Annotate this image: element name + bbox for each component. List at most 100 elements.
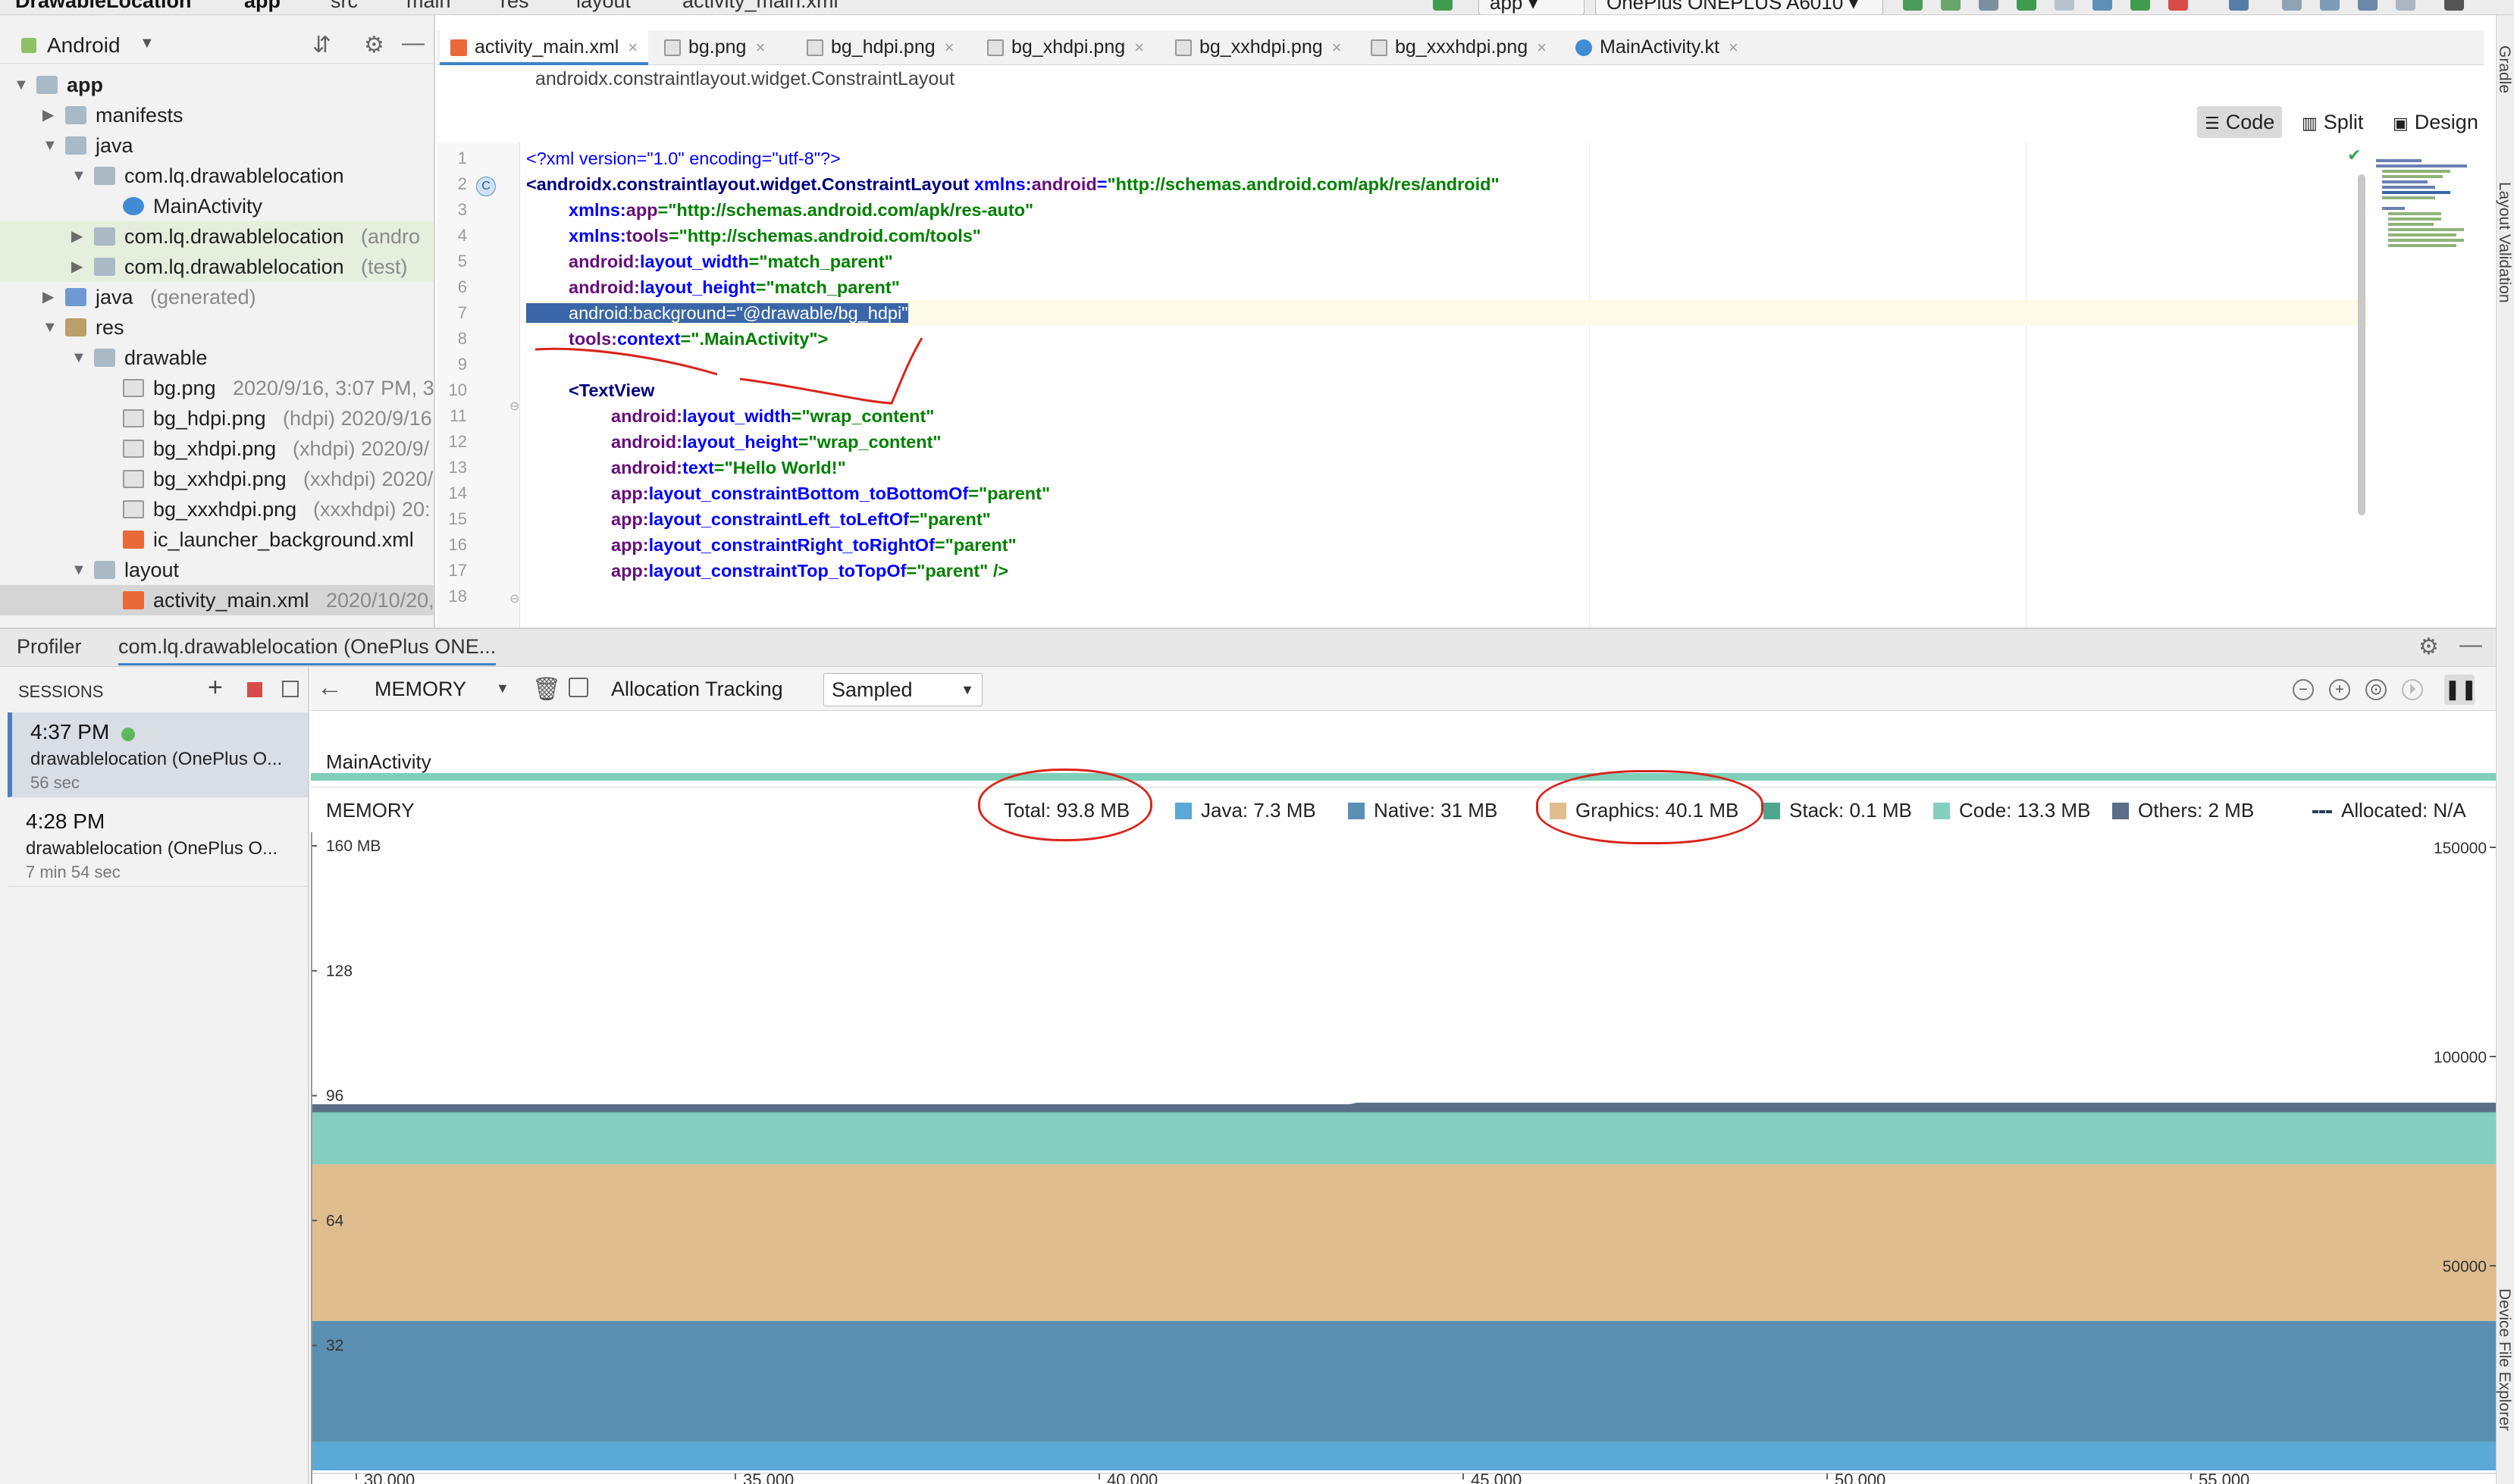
- fold-icon[interactable]: ⊖: [509, 399, 519, 414]
- trash-icon[interactable]: 🗑: [532, 676, 561, 703]
- back-arrow-icon[interactable]: ←: [317, 673, 343, 703]
- close-icon[interactable]: ×: [1332, 38, 1342, 57]
- tab-bg-xhdpi-png[interactable]: bg_xhdpi.png ×: [987, 30, 1144, 65]
- activity-bar[interactable]: [311, 773, 2496, 781]
- device-select[interactable]: OnePlus ONEPLUS A6010 ▾: [1595, 0, 1883, 14]
- profiler-tab[interactable]: Profiler: [17, 635, 82, 659]
- zoom-in-icon[interactable]: +: [2329, 679, 2350, 700]
- tree-item[interactable]: ▼ app: [0, 70, 434, 100]
- structure-icon[interactable]: [2396, 0, 2415, 11]
- minimize-icon[interactable]: —: [2459, 632, 2482, 658]
- tree-item[interactable]: ▼ layout: [0, 555, 434, 585]
- session-item[interactable]: 4:37 PM drawablelocation (OnePlus O... 5…: [8, 712, 308, 797]
- code-line-4[interactable]: xmlns:tools="http://schemas.android.com/…: [526, 223, 981, 249]
- breadcrumb-src[interactable]: src: [331, 0, 358, 13]
- code-mode-button[interactable]: ☰ Code: [2197, 106, 2283, 138]
- add-session-icon[interactable]: +: [208, 673, 223, 703]
- breadcrumb-layout[interactable]: layout: [576, 0, 631, 13]
- tree-item[interactable]: ▶ java (generated): [0, 282, 434, 312]
- tab-main-activity-kt[interactable]: MainActivity.kt ×: [1575, 30, 1738, 65]
- tree-item[interactable]: activity_main.xml 2020/10/20,: [0, 585, 434, 615]
- fold-icon[interactable]: ⊖: [509, 591, 519, 606]
- device-manager-icon[interactable]: [2358, 0, 2378, 11]
- chevron-down-icon[interactable]: ▼: [496, 681, 509, 697]
- chevron-down-icon[interactable]: ▼: [42, 130, 58, 161]
- allocation-mode-select[interactable]: Sampled ▼: [823, 673, 983, 706]
- close-icon[interactable]: ×: [1134, 38, 1144, 57]
- code-line-14[interactable]: app:layout_constraintBottom_toBottomOf="…: [526, 481, 1050, 506]
- breadcrumb-project[interactable]: DrawableLocation: [15, 0, 192, 13]
- chevron-down-icon[interactable]: ▼: [71, 555, 86, 585]
- close-icon[interactable]: ×: [1537, 38, 1547, 57]
- chevron-right-icon[interactable]: ▶: [71, 252, 83, 282]
- tree-item[interactable]: bg_xhdpi.png (xhdpi) 2020/9/: [0, 434, 434, 464]
- close-icon[interactable]: ×: [945, 38, 955, 57]
- zoom-out-icon[interactable]: −: [2293, 679, 2314, 700]
- device-file-explorer-tool-tab[interactable]: Device File Explorer: [2495, 1288, 2513, 1431]
- code-line-1[interactable]: <?xml version="1.0" encoding="utf-8"?>: [526, 146, 841, 171]
- close-icon[interactable]: ×: [628, 38, 638, 57]
- code-line-15[interactable]: app:layout_constraintLeft_toLeftOf="pare…: [526, 506, 991, 532]
- project-view-select[interactable]: Android: [47, 33, 121, 58]
- code-line-17[interactable]: app:layout_constraintTop_toTopOf="parent…: [526, 558, 1008, 584]
- tree-item[interactable]: ▶ com.lq.drawablelocation (andro: [0, 221, 434, 252]
- apply-changes-icon[interactable]: [1903, 0, 1923, 11]
- tree-item[interactable]: ic_launcher_background.xml: [0, 524, 434, 555]
- gear-icon[interactable]: ⚙: [364, 32, 384, 58]
- chevron-down-icon[interactable]: ▼: [139, 35, 155, 52]
- code-line-7[interactable]: android:background="@drawable/bg_hdpi": [526, 300, 2368, 326]
- minimize-icon[interactable]: —: [402, 30, 425, 56]
- apply-code-changes-icon[interactable]: [1941, 0, 1961, 11]
- collapse-all-icon[interactable]: ⇵: [312, 32, 331, 58]
- stop-session-icon[interactable]: [247, 682, 262, 697]
- breadcrumb-res[interactable]: res: [500, 0, 529, 13]
- search-icon[interactable]: [2444, 0, 2464, 11]
- attach-icon[interactable]: [2055, 0, 2074, 11]
- design-mode-button[interactable]: ▣ Design: [2385, 106, 2486, 138]
- tree-item[interactable]: ▼ java: [0, 130, 434, 161]
- code-line-13[interactable]: android:text="Hello World!": [526, 455, 846, 481]
- split-mode-button[interactable]: ▥ Split: [2294, 106, 2371, 138]
- pause-icon[interactable]: ❚❚: [2444, 675, 2478, 705]
- tree-item[interactable]: ▶ manifests: [0, 100, 434, 130]
- tree-item[interactable]: ▼ res: [0, 312, 434, 343]
- code-line-3[interactable]: xmlns:app="http://schemas.android.com/ap…: [526, 197, 1033, 223]
- sync-icon[interactable]: [2130, 0, 2150, 11]
- tree-item[interactable]: bg_xxxhdpi.png (xxxhdpi) 20:: [0, 494, 434, 524]
- collapse-sessions-icon[interactable]: [282, 681, 299, 697]
- layout-inspector-icon[interactable]: [2320, 0, 2340, 11]
- close-icon[interactable]: ×: [1729, 38, 1738, 57]
- close-icon[interactable]: ×: [755, 38, 765, 57]
- tab-bg-xxhdpi-png[interactable]: bg_xxhdpi.png ×: [1175, 30, 1342, 65]
- stop-icon[interactable]: [2168, 0, 2188, 11]
- gradle-tool-tab[interactable]: Gradle: [2495, 45, 2513, 93]
- tree-item[interactable]: ▶ com.lq.drawablelocation (test): [0, 252, 434, 282]
- tab-bg-hdpi-png[interactable]: bg_hdpi.png ×: [807, 30, 955, 65]
- editor-scrollbar[interactable]: [2358, 174, 2365, 515]
- chevron-right-icon[interactable]: ▶: [42, 282, 54, 312]
- monitor-select[interactable]: MEMORY: [375, 678, 466, 701]
- coverage-icon[interactable]: [1979, 0, 1998, 11]
- session-item[interactable]: 4:28 PM drawablelocation (OnePlus O... 7…: [8, 802, 308, 887]
- layout-validation-tool-tab[interactable]: Layout Validation: [2495, 182, 2513, 303]
- code-line-6[interactable]: android:layout_height="match_parent": [526, 274, 900, 300]
- build-hammer-icon[interactable]: [1433, 0, 1453, 11]
- code-line-12[interactable]: android:layout_height="wrap_content": [526, 429, 942, 455]
- editor-breadcrumb[interactable]: androidx.constraintlayout.widget.Constra…: [535, 68, 955, 90]
- tab-bg-xxxhdpi-png[interactable]: bg_xxxhdpi.png ×: [1371, 30, 1547, 65]
- debug-icon[interactable]: [2017, 0, 2036, 11]
- code-line-5[interactable]: android:layout_width="match_parent": [526, 249, 893, 274]
- code-minimap[interactable]: [2375, 159, 2488, 258]
- heap-dump-icon[interactable]: [569, 678, 588, 697]
- run-config-select[interactable]: app ▾: [1478, 0, 1585, 14]
- tab-activity-main-xml[interactable]: activity_main.xml ×: [440, 30, 649, 65]
- session-tab[interactable]: com.lq.drawablelocation (OnePlus ONE...: [118, 635, 497, 665]
- profile-icon[interactable]: [2092, 0, 2112, 11]
- tree-item[interactable]: bg_xxhdpi.png (xxhdpi) 2020/: [0, 464, 434, 494]
- tree-item[interactable]: ▼ com.lq.drawablelocation: [0, 161, 434, 191]
- breadcrumb-app[interactable]: app: [244, 0, 281, 13]
- chevron-down-icon[interactable]: ▼: [71, 161, 86, 191]
- tree-item[interactable]: ▼ drawable: [0, 343, 434, 373]
- breadcrumb-file[interactable]: activity_main.xml: [682, 0, 839, 13]
- reset-zoom-icon[interactable]: ⊙: [2365, 679, 2387, 700]
